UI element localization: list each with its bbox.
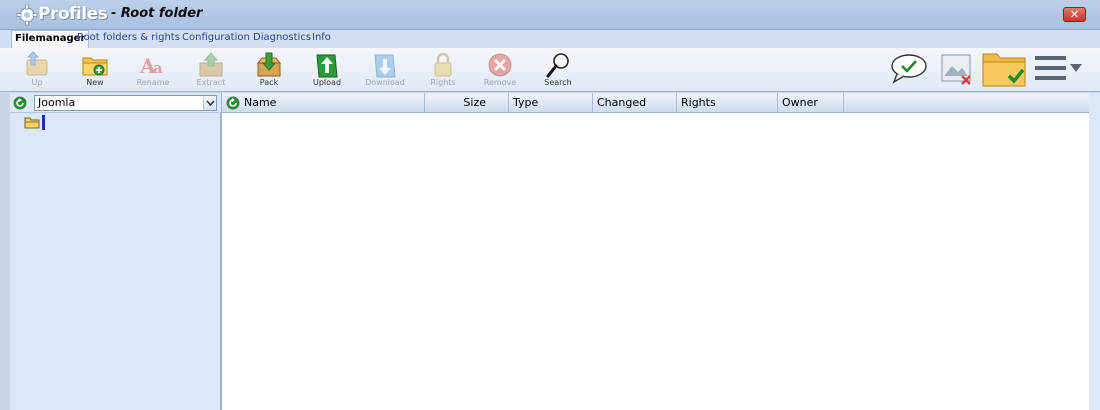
download-button[interactable]: Download [356, 50, 414, 90]
search-label: Search [544, 78, 572, 87]
toolbar: Up New A a Rename Extract Pack Upload Do… [0, 48, 1100, 92]
rights-button[interactable]: Rights [414, 50, 472, 90]
menu-tabs: Filemanager Root folders & rights Config… [0, 30, 1100, 48]
tab-root-folders-rights[interactable]: Root folders & rights [77, 32, 180, 43]
svg-text:a: a [153, 59, 163, 77]
remove-button[interactable]: Remove [471, 50, 529, 90]
file-list-header: Name Size Type Changed Rights Owner [222, 93, 1091, 113]
rights-label: Rights [430, 78, 456, 87]
tab-configuration[interactable]: Configuration [182, 32, 250, 43]
upload-icon [316, 54, 338, 78]
rename-icon: A a [139, 54, 163, 78]
folder-check-icon[interactable] [981, 48, 1027, 88]
new-label: New [86, 78, 104, 87]
up-folder-icon [26, 51, 48, 76]
file-list-pane: Name Size Type Changed Rights Owner [221, 93, 1091, 410]
title-bar: Profiles - Root folder ✕ [0, 0, 1100, 30]
column-header-type[interactable]: Type [509, 93, 593, 113]
upload-button[interactable]: Upload [298, 50, 356, 90]
download-label: Download [365, 78, 405, 87]
rename-button[interactable]: A a Rename [124, 50, 182, 90]
image-remove-icon[interactable] [940, 52, 974, 86]
refresh-icon[interactable] [226, 96, 240, 110]
search-icon [546, 53, 569, 78]
remove-icon [488, 53, 512, 77]
folder-icon[interactable] [24, 117, 40, 129]
upload-label: Upload [312, 78, 342, 87]
pack-label: Pack [259, 78, 279, 87]
menu-icon[interactable] [1034, 54, 1086, 82]
refresh-icon[interactable] [13, 96, 27, 110]
window-title-text: Root folder [120, 6, 203, 21]
column-header-size[interactable]: Size [425, 93, 509, 113]
folder-tree-pane: Joomla [10, 93, 221, 410]
column-header-name[interactable]: Name [240, 93, 425, 113]
column-header-changed[interactable]: Changed [593, 93, 677, 113]
pack-icon [256, 52, 282, 77]
app-logo: Profiles [16, 4, 108, 26]
up-button[interactable]: Up [8, 50, 66, 90]
root-folder-select-value: Joomla [38, 96, 76, 109]
extract-icon [199, 52, 223, 77]
logo-text: Profiles [38, 4, 108, 24]
root-folder-select[interactable]: Joomla [34, 95, 217, 111]
folder-tree-header: Joomla [10, 93, 221, 113]
lock-icon [434, 52, 452, 77]
speech-check-icon[interactable] [889, 52, 929, 84]
new-button[interactable]: New [66, 50, 124, 90]
window-title: - Root folder [111, 6, 203, 21]
tab-diagnostics[interactable]: Diagnostics [253, 32, 311, 43]
new-folder-icon [82, 57, 108, 76]
rename-label: Rename [136, 78, 170, 87]
tab-info[interactable]: Info [312, 32, 331, 43]
extract-button[interactable]: Extract [182, 50, 240, 90]
up-label: Up [31, 78, 43, 87]
tree-selection-cursor [42, 115, 45, 130]
chevron-down-icon[interactable] [203, 96, 216, 110]
search-button[interactable]: Search [529, 50, 587, 90]
column-header-rights[interactable]: Rights [677, 93, 778, 113]
gear-icon [16, 4, 38, 26]
window-right-edge [1089, 93, 1100, 410]
remove-label: Remove [483, 78, 517, 87]
download-icon [374, 54, 396, 78]
column-header-owner[interactable]: Owner [778, 93, 844, 113]
extract-label: Extract [196, 78, 226, 87]
pack-button[interactable]: Pack [240, 50, 298, 90]
close-button[interactable]: ✕ [1063, 7, 1086, 22]
